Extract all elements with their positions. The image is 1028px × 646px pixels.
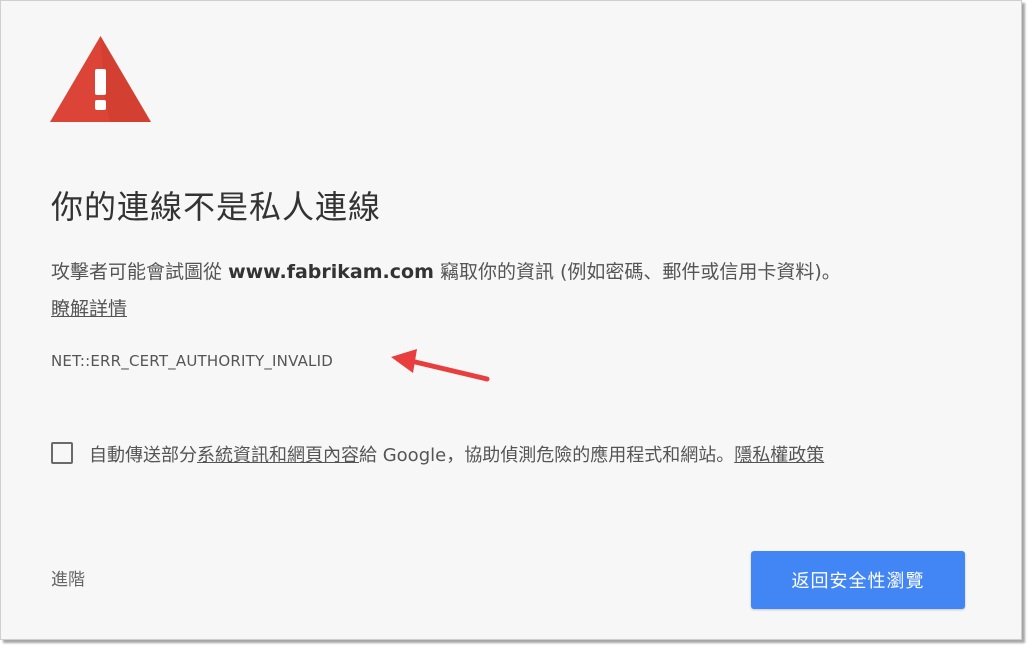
learn-more-link[interactable]: 瞭解詳情	[51, 294, 127, 324]
report-checkbox[interactable]	[51, 442, 73, 464]
message-prefix: 攻擊者可能會試圖從	[51, 261, 223, 283]
back-to-safety-button[interactable]: 返回安全性瀏覽	[751, 551, 965, 609]
page-title: 你的連線不是私人連線	[51, 188, 382, 226]
report-description: 自動傳送部分系統資訊和網頁內容給 Google，協助偵測危險的應用程式和網站。隱…	[89, 441, 824, 471]
message-suffix: 竊取你的資訊 (例如密碼、郵件或信用卡資料)。	[439, 261, 841, 283]
domain-name: www.fabrikam.com	[228, 261, 434, 283]
privacy-policy-link[interactable]: 隱私權政策	[734, 445, 824, 466]
main-message: 攻擊者可能會試圖從 www.fabrikam.com 竊取你的資訊 (例如密碼、…	[51, 257, 981, 287]
report-text-middle: 給 Google，協助偵測危險的應用程式和網站。	[359, 445, 735, 466]
interstitial-page: 你的連線不是私人連線 攻擊者可能會試圖從 www.fabrikam.com 竊取…	[0, 0, 1022, 640]
report-text-before: 自動傳送部分	[89, 445, 197, 466]
warning-triangle-icon	[50, 36, 151, 122]
system-info-link[interactable]: 系統資訊和網頁內容	[197, 445, 359, 466]
advanced-button[interactable]: 進階	[51, 566, 85, 594]
red-arrow-annotation	[391, 349, 490, 382]
error-code: NET::ERR_CERT_AUTHORITY_INVALID	[51, 352, 333, 370]
